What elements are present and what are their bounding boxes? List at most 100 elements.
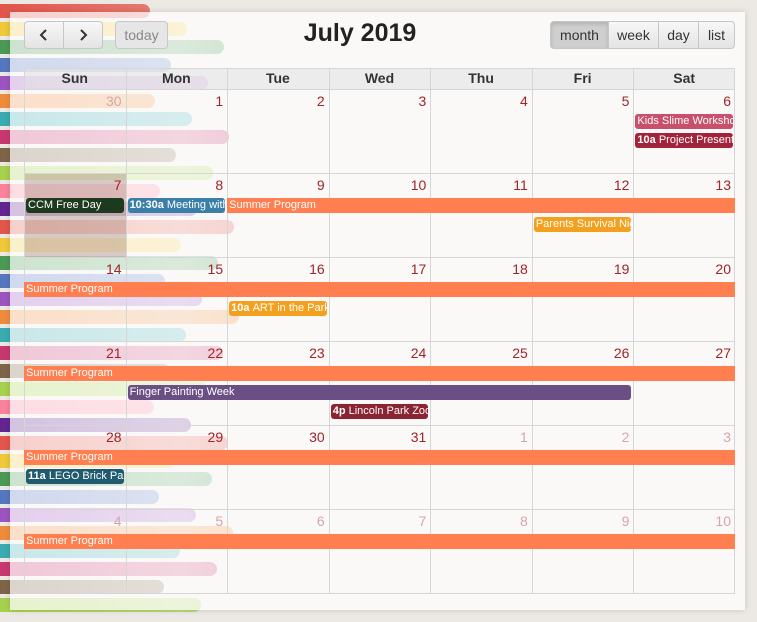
calendar-event[interactable]: 10:30a Meeting with	[127, 198, 226, 213]
day-number[interactable]: 21	[24, 345, 122, 361]
event-time: 4p	[332, 405, 349, 417]
day-number[interactable]: 9	[227, 177, 325, 193]
day-number[interactable]: 8	[126, 177, 223, 193]
weekday-header-fri: Fri	[531, 68, 634, 89]
event-title: Finger Painting Week	[129, 386, 235, 398]
day-number[interactable]: 10	[329, 177, 427, 193]
calendar-event[interactable]: Finger Painting Week	[127, 385, 632, 400]
day-number[interactable]: 2	[227, 93, 325, 109]
grid-divider	[24, 68, 735, 69]
calendar-event[interactable]: CCM Free Day	[26, 198, 124, 213]
day-number[interactable]: 23	[227, 345, 325, 361]
event-title: Parents Survival Night	[535, 218, 632, 230]
day-number[interactable]: 3	[633, 429, 731, 445]
day-number[interactable]: 6	[227, 513, 325, 529]
event-title: CCM Free Day	[28, 199, 102, 211]
weekday-header-sat: Sat	[633, 68, 735, 89]
chevron-left-icon	[39, 29, 47, 41]
calendar-event[interactable]: Kids Slime Workshop	[635, 114, 733, 129]
day-number[interactable]: 26	[532, 345, 630, 361]
calendar-event[interactable]: Summer Program	[24, 366, 735, 381]
day-number[interactable]: 27	[633, 345, 731, 361]
day-number[interactable]: 24	[329, 345, 427, 361]
event-time: 10a	[637, 134, 659, 146]
day-number[interactable]: 30	[227, 429, 325, 445]
day-number[interactable]: 7	[24, 177, 122, 193]
day-number[interactable]: 1	[430, 429, 528, 445]
day-number[interactable]: 25	[430, 345, 528, 361]
event-time: 11a	[28, 470, 49, 482]
calendar-event[interactable]: 4p Lincoln Park Zoo	[330, 404, 429, 419]
today-button[interactable]: today	[115, 21, 168, 49]
grid-divider	[24, 593, 735, 594]
day-number[interactable]: 8	[430, 513, 528, 529]
event-title: Summer Program	[26, 451, 113, 463]
day-number[interactable]: 29	[126, 429, 224, 445]
chevron-right-icon	[80, 29, 88, 41]
event-title: Summer Program	[229, 199, 316, 211]
event-title: Lincoln Park Zoo	[348, 405, 429, 417]
calendar-event[interactable]: 10a Project Presentation	[635, 133, 733, 148]
weekday-header-wed: Wed	[328, 68, 431, 89]
view-month-button[interactable]: month	[550, 21, 609, 49]
prev-button[interactable]	[24, 21, 64, 49]
grid-divider	[24, 425, 735, 426]
day-number[interactable]: 17	[329, 261, 427, 277]
event-time: 10:30a	[129, 199, 167, 211]
day-number[interactable]: 6	[633, 93, 731, 109]
event-title: LEGO Brick Party	[48, 470, 124, 482]
day-number[interactable]: 14	[24, 261, 122, 277]
grid-divider	[24, 173, 735, 174]
view-list-button[interactable]: list	[698, 21, 735, 49]
day-number[interactable]: 9	[532, 513, 630, 529]
event-title: Kids Slime Workshop	[637, 115, 733, 127]
calendar-event[interactable]: Summer Program	[227, 198, 735, 213]
grid-divider	[24, 257, 735, 258]
day-number[interactable]: 10	[633, 513, 731, 529]
grid-divider	[734, 68, 735, 594]
grid-divider	[24, 509, 735, 510]
event-title: Meeting with	[166, 199, 226, 211]
day-number[interactable]: 15	[126, 261, 224, 277]
day-number[interactable]: 4	[430, 93, 528, 109]
view-week-button[interactable]: week	[608, 21, 659, 49]
day-number[interactable]: 19	[532, 261, 630, 277]
day-number[interactable]: 2	[532, 429, 630, 445]
calendar-event[interactable]: Summer Program	[24, 534, 735, 549]
calendar-event[interactable]: Summer Program	[24, 282, 735, 297]
grid-divider	[24, 341, 735, 342]
event-title: Summer Program	[26, 367, 113, 379]
calendar-event[interactable]: Parents Survival Night	[533, 217, 632, 232]
day-number[interactable]: 20	[633, 261, 731, 277]
day-number[interactable]: 31	[329, 429, 427, 445]
grid-divider	[24, 89, 735, 90]
view-day-button[interactable]: day	[658, 21, 699, 49]
day-number[interactable]: 4	[24, 513, 122, 529]
day-number[interactable]: 18	[430, 261, 528, 277]
day-number[interactable]: 13	[633, 177, 731, 193]
event-title: Summer Program	[26, 535, 113, 547]
day-number[interactable]: 7	[329, 513, 426, 529]
day-number[interactable]: 1	[126, 93, 223, 109]
calendar-title: July 2019	[303, 19, 417, 47]
day-number[interactable]: 12	[532, 177, 630, 193]
day-number[interactable]: 28	[24, 429, 122, 445]
weekday-header-thu: Thu	[430, 68, 532, 89]
calendar-event[interactable]: Summer Program	[24, 450, 735, 465]
day-number[interactable]: 3	[329, 93, 426, 109]
day-number[interactable]: 30	[24, 93, 122, 109]
next-button[interactable]	[63, 21, 103, 49]
day-number[interactable]: 5	[532, 93, 630, 109]
event-title: Project Presentation	[658, 134, 733, 146]
calendar-event[interactable]: 11a LEGO Brick Party	[26, 469, 124, 484]
event-title: Summer Program	[26, 283, 113, 295]
month-grid: Sun Mon Tue Wed Thu Fri Sat 30 1 2 3 4 5 6 7 8 9 10 11 12 13…	[24, 68, 735, 594]
day-number[interactable]: 16	[227, 261, 325, 277]
day-number[interactable]: 5	[126, 513, 223, 529]
calendar-event[interactable]: 10a ART in the Park	[229, 301, 327, 316]
day-number[interactable]: 22	[126, 345, 224, 361]
day-number[interactable]: 11	[430, 177, 528, 193]
weekday-header-mon: Mon	[125, 68, 228, 89]
event-time: 10a	[231, 302, 253, 314]
weekday-header-sun: Sun	[24, 68, 126, 89]
